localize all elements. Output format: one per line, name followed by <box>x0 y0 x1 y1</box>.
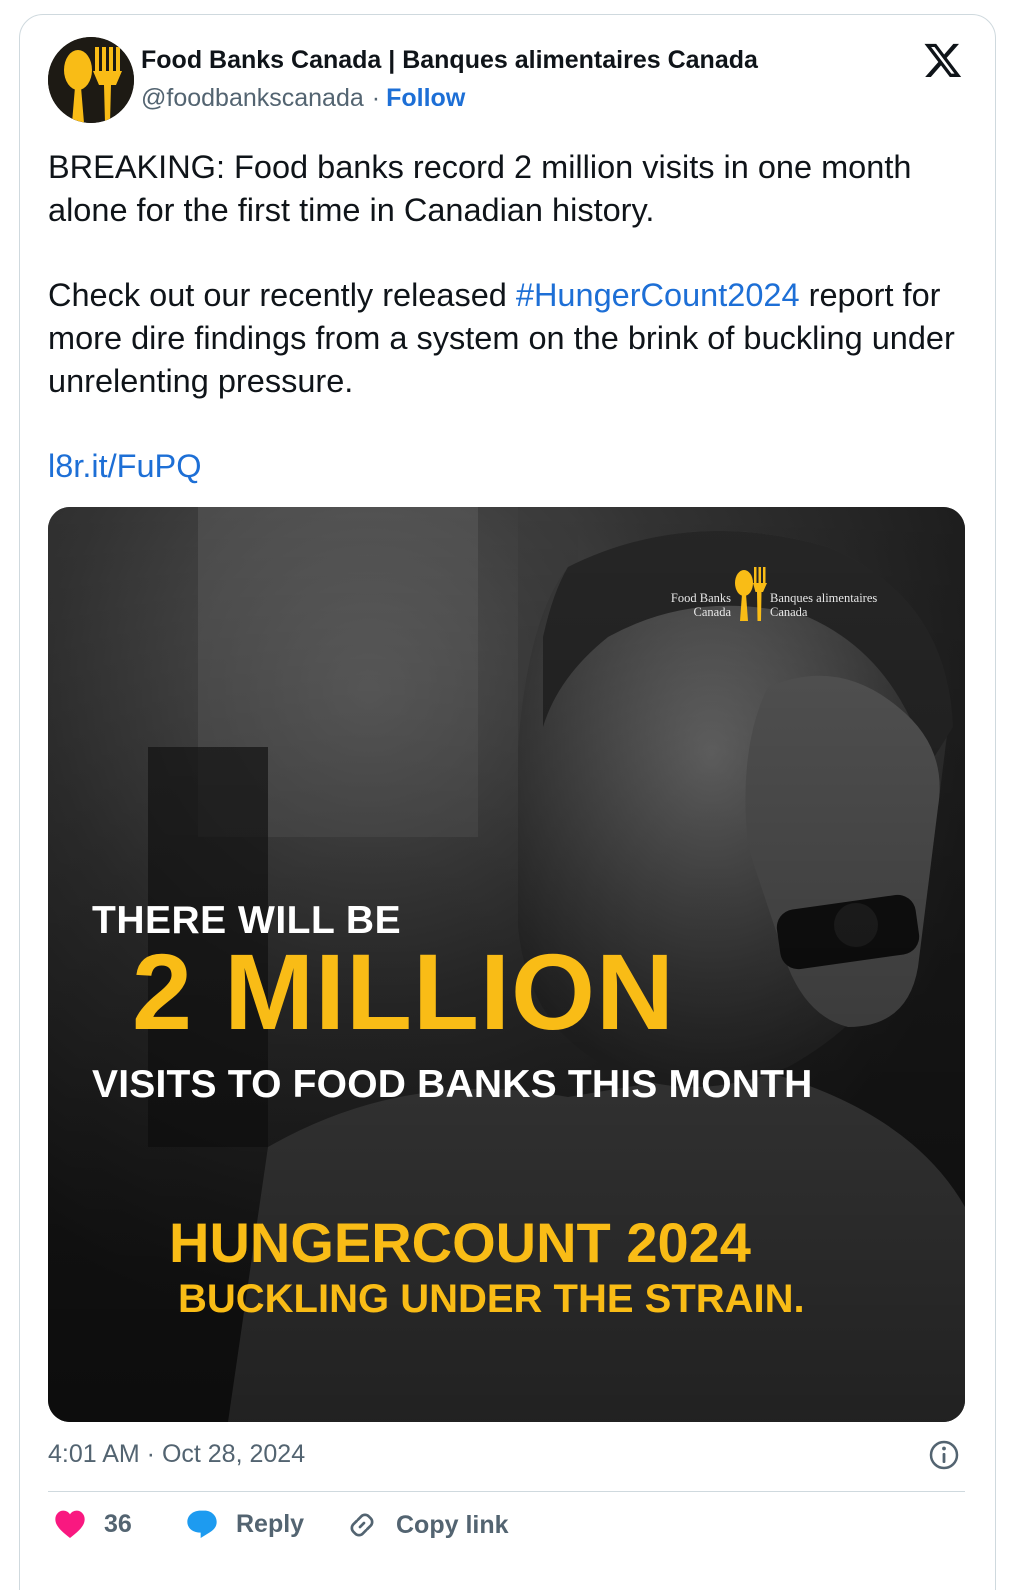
headline-big-number: 2 MILLION <box>132 931 675 1052</box>
brand-en-line1: Food Banks <box>670 591 731 605</box>
avatar[interactable] <box>48 37 134 123</box>
copy-link-button[interactable]: Copy link <box>346 1509 509 1541</box>
brand-fr-line1: Banques alimentaires <box>770 591 878 605</box>
info-icon[interactable] <box>928 1439 960 1471</box>
separator: · <box>371 84 381 112</box>
author-handle[interactable]: @foodbankscanada <box>141 84 364 112</box>
heart-icon <box>55 1510 85 1538</box>
campaign-subtitle: BUCKLING UNDER THE STRAIN. <box>178 1277 805 1321</box>
brand-name-english: Food Banks Canada <box>661 591 731 619</box>
speech-bubble-icon <box>187 1510 217 1538</box>
tweet-text: BREAKING: Food banks record 2 million vi… <box>48 146 978 530</box>
hashtag-link[interactable]: #HungerCount2024 <box>516 277 800 313</box>
fork-spoon-logo-icon <box>48 37 134 123</box>
reply-button[interactable]: Reply <box>186 1509 304 1539</box>
tweet-media-image[interactable]: Food Banks Canada Banques alimentaires C… <box>48 507 965 1422</box>
tweet-text-segment: Check out our recently released <box>48 277 516 313</box>
copy-link-label: Copy link <box>396 1510 509 1539</box>
tweet-paragraph-1: BREAKING: Food banks record 2 million vi… <box>48 149 912 228</box>
brand-fr-line2: Canada <box>770 605 808 619</box>
author-handle-row: @foodbankscanada · Follow <box>141 84 465 113</box>
divider <box>48 1491 965 1492</box>
tweet-paragraph-2: Check out our recently released #HungerC… <box>48 274 978 403</box>
link-icon <box>350 1513 374 1537</box>
tweet-timestamp[interactable]: 4:01 AM · Oct 28, 2024 <box>48 1440 305 1469</box>
brand-name-french: Banques alimentaires Canada <box>770 591 900 619</box>
like-button[interactable]: 36 <box>54 1509 132 1539</box>
like-count: 36 <box>104 1509 132 1538</box>
follow-button[interactable]: Follow <box>386 84 465 112</box>
campaign-title: HUNGERCOUNT 2024 <box>169 1211 751 1274</box>
reply-label: Reply <box>236 1509 305 1538</box>
brand-en-line2: Canada <box>693 605 731 619</box>
author-display-name[interactable]: Food Banks Canada | Banques alimentaires… <box>141 46 758 75</box>
headline-bottom: VISITS TO FOOD BANKS THIS MONTH <box>92 1063 813 1106</box>
short-url-link[interactable]: l8r.it/FuPQ <box>48 448 202 484</box>
x-logo-icon[interactable] <box>922 40 964 80</box>
fork-spoon-logo-icon <box>735 567 767 621</box>
